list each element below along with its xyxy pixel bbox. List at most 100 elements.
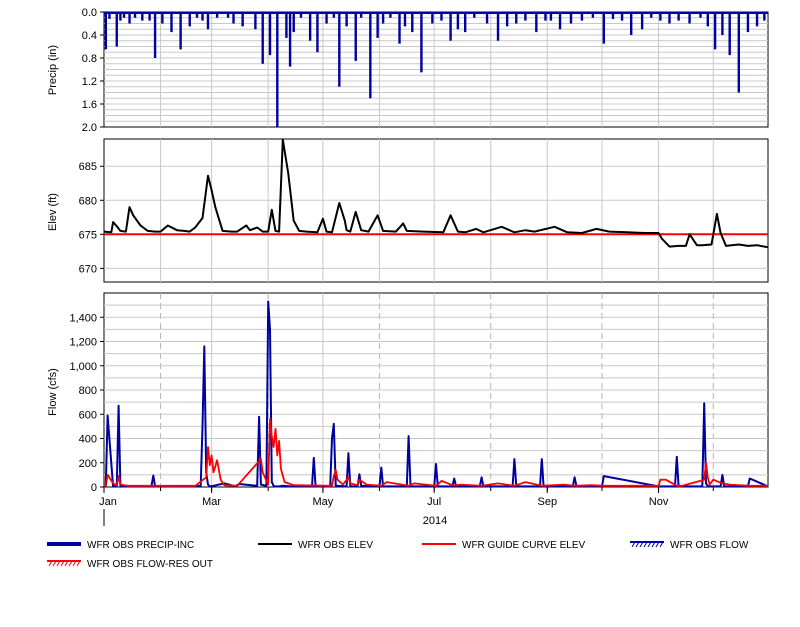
precip-bar bbox=[376, 12, 379, 38]
precip-bar bbox=[668, 12, 671, 24]
precip-bar bbox=[677, 12, 680, 21]
precip-bar bbox=[699, 12, 702, 18]
precip-bar bbox=[133, 12, 137, 18]
precip-ytick-label: 0.8 bbox=[82, 53, 97, 65]
precip-ytick-label: 1.6 bbox=[82, 99, 97, 111]
precip-bar bbox=[440, 12, 443, 21]
precip-bar bbox=[268, 12, 272, 56]
x-tick-label: Mar bbox=[202, 496, 221, 508]
precip-bar bbox=[505, 12, 509, 27]
flow-ytick-label: 1,200 bbox=[69, 337, 97, 349]
precip-bar bbox=[288, 12, 292, 67]
elev-ytick-label: 680 bbox=[79, 195, 97, 207]
flow-ytick-label: 1,000 bbox=[69, 361, 97, 373]
precip-bar bbox=[755, 12, 759, 27]
precip-bar bbox=[650, 12, 653, 18]
legend-item: WFR OBS FLOW bbox=[630, 540, 749, 551]
precip-bar bbox=[659, 12, 662, 21]
precip-bar bbox=[688, 12, 691, 24]
precip-bar bbox=[713, 12, 717, 50]
legend-label: WFR OBS PRECIP-INC bbox=[87, 540, 194, 551]
precip-bar bbox=[591, 12, 595, 18]
precip-bar bbox=[170, 12, 173, 33]
precip-bar bbox=[261, 12, 264, 64]
legend-label: WFR GUIDE CURVE ELEV bbox=[462, 540, 585, 551]
flow-panel: 0 200 400 600 800 1,000 1,200 1,400 Flow (cfs) bbox=[47, 292, 769, 494]
precip-bar bbox=[728, 12, 731, 56]
precip-bar bbox=[580, 12, 584, 21]
precip-bar bbox=[292, 12, 295, 33]
precip-bar bbox=[558, 12, 562, 30]
elev-panel: 670 675 680 685 Elev (ft) bbox=[47, 138, 769, 283]
x-axis-year-label: 2014 bbox=[423, 515, 447, 527]
legend-label: WFR OBS FLOW-RES OUT bbox=[87, 559, 213, 570]
precip-bar bbox=[148, 12, 151, 21]
precip-bar bbox=[640, 12, 644, 30]
precip-bar bbox=[285, 12, 288, 38]
x-tick-label: Jul bbox=[427, 496, 441, 508]
precip-bar bbox=[215, 12, 219, 18]
legend-label: WFR OBS ELEV bbox=[298, 540, 373, 551]
precip-ylabel: Precip (in) bbox=[47, 45, 59, 95]
precip-bar bbox=[496, 12, 500, 41]
precip-bar bbox=[104, 12, 108, 50]
elev-ytick-label: 670 bbox=[79, 263, 97, 275]
precip-bar bbox=[381, 12, 385, 24]
precip-ytick-label: 1.2 bbox=[82, 76, 97, 88]
legend: WFR OBS PRECIP-INC WFR OBS ELEV WFR GUIDE … bbox=[47, 540, 749, 570]
precip-bar bbox=[276, 12, 279, 127]
precip-bar bbox=[473, 12, 476, 18]
precip-bar bbox=[602, 12, 606, 44]
precip-bar bbox=[226, 12, 230, 18]
precip-bar bbox=[119, 12, 122, 21]
precip-bar bbox=[299, 12, 303, 18]
precip-ytick-label: 2.0 bbox=[82, 122, 97, 134]
precip-bar bbox=[746, 12, 750, 33]
legend-item: WFR GUIDE CURVE ELEV bbox=[422, 540, 585, 551]
precip-bar bbox=[611, 12, 615, 19]
x-tick-label: Sep bbox=[537, 496, 557, 508]
legend-item: WFR OBS PRECIP-INC bbox=[47, 540, 194, 551]
precip-bar bbox=[254, 12, 257, 30]
precip-ytick-label: 0.0 bbox=[82, 7, 97, 19]
precip-bar bbox=[153, 12, 157, 58]
precip-bar bbox=[360, 12, 363, 18]
precip-ytick-label: 0.4 bbox=[82, 30, 97, 42]
elev-ylabel: Elev (ft) bbox=[47, 193, 59, 231]
flow-ylabel: Flow (cfs) bbox=[47, 368, 59, 416]
precip-bar bbox=[629, 12, 633, 35]
x-tick-label: May bbox=[313, 496, 334, 508]
precip-bar bbox=[108, 12, 111, 19]
precip-bar bbox=[195, 12, 199, 18]
precip-bar bbox=[706, 12, 710, 27]
elev-ytick-label: 685 bbox=[79, 161, 97, 173]
flow-ytick-label: 0 bbox=[91, 482, 97, 494]
precip-bar bbox=[515, 12, 518, 24]
precip-bar bbox=[431, 12, 434, 24]
precip-bar bbox=[161, 12, 164, 24]
precip-bar bbox=[456, 12, 460, 30]
precip-bar bbox=[179, 12, 182, 50]
precip-bar bbox=[463, 12, 467, 33]
precip-bar bbox=[403, 12, 407, 27]
precip-bar bbox=[241, 12, 244, 27]
precip-bar bbox=[128, 12, 131, 24]
precip-bar bbox=[354, 12, 357, 61]
legend-item: WFR OBS ELEV bbox=[258, 540, 373, 551]
precip-bar bbox=[316, 12, 319, 53]
precip-bar bbox=[737, 12, 741, 93]
precip-panel: 0.0 0.4 0.8 1.2 1.6 2.0 Precip (in) bbox=[47, 7, 769, 134]
precip-bar bbox=[420, 12, 423, 73]
precip-bar bbox=[232, 12, 235, 24]
precip-bar bbox=[763, 12, 766, 21]
elev-ytick-label: 675 bbox=[79, 229, 97, 241]
flow-ytick-label: 400 bbox=[79, 434, 97, 446]
flow-ytick-label: 1,400 bbox=[69, 312, 97, 324]
precip-bar bbox=[115, 12, 118, 47]
precip-bar bbox=[549, 12, 553, 21]
x-tick-label: Nov bbox=[649, 496, 669, 508]
flow-ytick-label: 200 bbox=[79, 458, 97, 470]
precip-bar bbox=[325, 12, 328, 24]
precip-bar bbox=[485, 12, 489, 24]
precip-bar bbox=[141, 12, 144, 21]
